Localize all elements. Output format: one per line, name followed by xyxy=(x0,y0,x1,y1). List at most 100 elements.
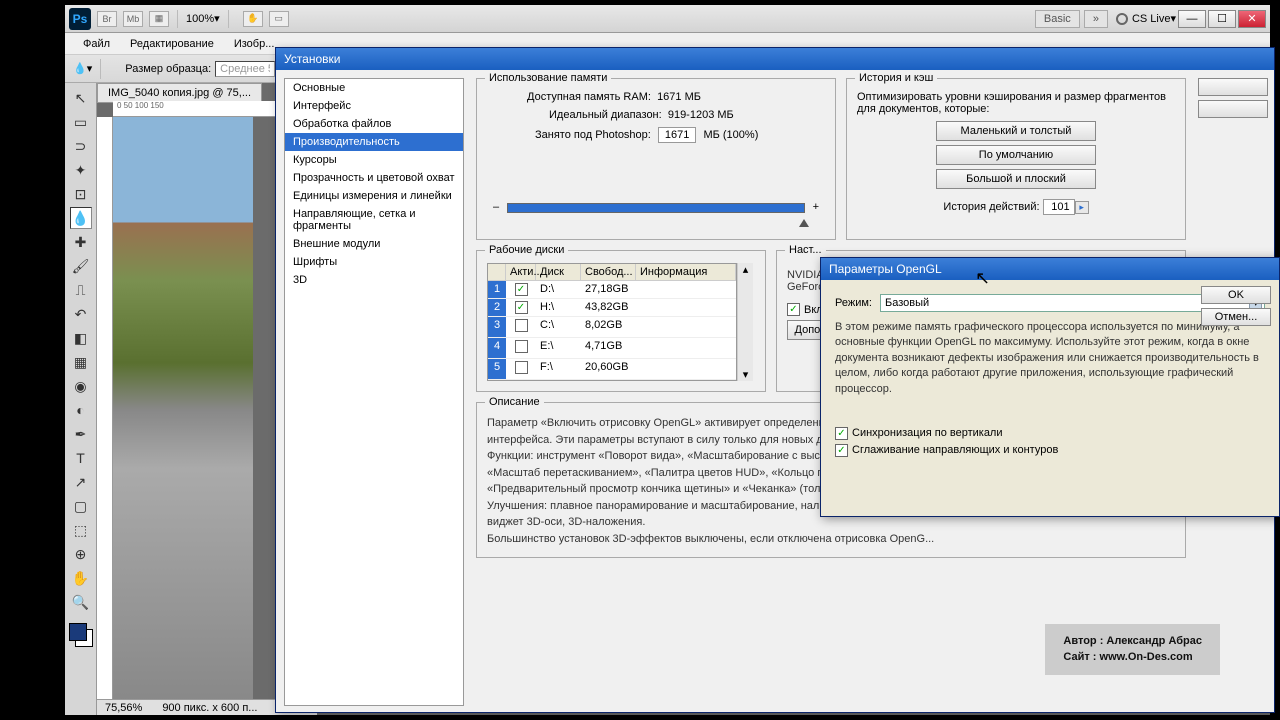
tools-panel: ↖ ▭ ⊃ ✦ ⊡ 💧 ✚ 🖌 ⎍ ↶ ◧ ▦ ◉ ◐ ✒ T ↗ ▢ ⬚ ⊕ … xyxy=(65,83,97,715)
sidebar-item-general[interactable]: Основные xyxy=(285,79,463,97)
prefs-sidebar: Основные Интерфейс Обработка файлов Прои… xyxy=(284,78,464,706)
table-row[interactable]: 2✓H:\43,82GB xyxy=(488,299,736,317)
layout-icon[interactable]: ▦ xyxy=(149,11,169,27)
crop-tool[interactable]: ⊡ xyxy=(70,183,92,205)
sidebar-item-3d[interactable]: 3D xyxy=(285,271,463,289)
enable-opengl-checkbox[interactable]: ✓ xyxy=(787,303,800,316)
3d-tool[interactable]: ⬚ xyxy=(70,519,92,541)
lasso-tool[interactable]: ⊃ xyxy=(70,135,92,157)
plus-icon[interactable]: + xyxy=(813,201,819,213)
workspace-button[interactable]: Basic xyxy=(1035,10,1080,28)
brush-tool[interactable]: 🖌 xyxy=(70,255,92,277)
sidebar-item-performance[interactable]: Производительность xyxy=(285,133,463,151)
sidebar-item-plugins[interactable]: Внешние модули xyxy=(285,235,463,253)
spin-icon[interactable]: ▸ xyxy=(1075,201,1089,214)
marquee-tool[interactable]: ▭ xyxy=(70,111,92,133)
opengl-ok-button[interactable]: OK xyxy=(1201,286,1271,304)
maximize-button[interactable]: ☐ xyxy=(1208,10,1236,28)
opengl-cancel-button[interactable]: Отмен... xyxy=(1201,308,1271,326)
eraser-tool[interactable]: ◧ xyxy=(70,327,92,349)
memory-slider[interactable]: – + xyxy=(507,203,805,219)
opengl-title: Параметры OpenGL xyxy=(821,258,1279,280)
sidebar-item-filehandling[interactable]: Обработка файлов xyxy=(285,115,463,133)
table-row[interactable]: 3C:\8,02GB xyxy=(488,317,736,338)
document-tab[interactable]: IMG_5040 копия.jpg @ 75,... xyxy=(97,83,262,103)
minimize-button[interactable]: — xyxy=(1178,10,1206,28)
sidebar-item-units[interactable]: Единицы измерения и линейки xyxy=(285,187,463,205)
disk-checkbox[interactable] xyxy=(515,340,528,353)
type-tool[interactable]: T xyxy=(70,447,92,469)
sample-size-input[interactable] xyxy=(215,61,275,77)
move-tool[interactable]: ↖ xyxy=(70,87,92,109)
color-swatches[interactable] xyxy=(69,623,93,647)
preferences-title: Установки xyxy=(276,48,1274,70)
hand-icon[interactable]: ✋ xyxy=(243,11,263,27)
attribution-watermark: Автор : Александр Абрас Сайт : www.On-De… xyxy=(1045,624,1220,675)
ps-logo-icon: Ps xyxy=(69,8,91,30)
hand-tool[interactable]: ✋ xyxy=(70,567,92,589)
shape-tool[interactable]: ▢ xyxy=(70,495,92,517)
disk-checkbox[interactable]: ✓ xyxy=(515,301,528,314)
workspace-arrow[interactable]: » xyxy=(1084,10,1108,28)
memory-fieldset: Использование памяти Доступная память RA… xyxy=(476,78,836,240)
disks-table: Акти... Диск Свобод... Информация 1✓D:\2… xyxy=(487,263,737,381)
sidebar-item-interface[interactable]: Интерфейс xyxy=(285,97,463,115)
mode-description: В этом режиме память графического процес… xyxy=(835,320,1265,397)
zoom-level[interactable]: 100% xyxy=(186,13,214,25)
cslive-button[interactable]: CS Live ▾ xyxy=(1116,12,1176,25)
vsync-checkbox[interactable]: ✓ xyxy=(835,427,848,440)
sample-size-label: Размер образца: xyxy=(125,63,211,75)
title-bar: Ps Br Mb ▦ 100% ▾ ✋ ▭ Basic » CS Live ▾ … xyxy=(65,5,1270,33)
table-row[interactable]: 4E:\4,71GB xyxy=(488,338,736,359)
status-zoom[interactable]: 75,56% xyxy=(105,702,142,714)
cache-default-button[interactable]: По умолчанию xyxy=(936,145,1096,165)
zoom-tool[interactable]: 🔍 xyxy=(70,591,92,613)
memory-legend: Использование памяти xyxy=(485,72,611,84)
table-row[interactable]: 1✓D:\27,18GB xyxy=(488,281,736,299)
pen-tool[interactable]: ✒ xyxy=(70,423,92,445)
sidebar-item-cursors[interactable]: Курсоры xyxy=(285,151,463,169)
disk-checkbox[interactable]: ✓ xyxy=(515,283,528,296)
ruler-vertical xyxy=(97,117,113,699)
history-cache-fieldset: История и кэш Оптимизировать уровни кэши… xyxy=(846,78,1186,240)
disk-checkbox[interactable] xyxy=(515,319,528,332)
mode-label: Режим: xyxy=(835,297,872,309)
menu-file[interactable]: Файл xyxy=(73,36,120,52)
minibridge-icon[interactable]: Mb xyxy=(123,11,143,27)
wand-tool[interactable]: ✦ xyxy=(70,159,92,181)
eyedropper-tool[interactable]: 💧 xyxy=(70,207,92,229)
history-states-input[interactable]: 101 xyxy=(1043,199,1075,215)
menu-edit[interactable]: Редактирование xyxy=(120,36,224,52)
arrange-icon[interactable]: ▭ xyxy=(269,11,289,27)
heal-tool[interactable]: ✚ xyxy=(70,231,92,253)
sidebar-item-type[interactable]: Шрифты xyxy=(285,253,463,271)
history-legend: История и кэш xyxy=(855,72,937,84)
minus-icon[interactable]: – xyxy=(493,201,499,213)
cache-small-button[interactable]: Маленький и толстый xyxy=(936,121,1096,141)
eyedropper-icon: 💧 xyxy=(73,62,87,75)
history-brush-tool[interactable]: ↶ xyxy=(70,303,92,325)
scratch-disks-fieldset: Рабочие диски Акти... Диск Свобод... Инф… xyxy=(476,250,766,392)
sidebar-item-transparency[interactable]: Прозрачность и цветовой охват xyxy=(285,169,463,187)
close-button[interactable]: ✕ xyxy=(1238,10,1266,28)
table-row[interactable]: 5F:\20,60GB xyxy=(488,359,736,380)
cache-big-button[interactable]: Большой и плоский xyxy=(936,169,1096,189)
stamp-tool[interactable]: ⎍ xyxy=(70,279,92,301)
prefs-cancel-button[interactable] xyxy=(1198,100,1268,118)
canvas-image[interactable] xyxy=(113,117,253,703)
gradient-tool[interactable]: ▦ xyxy=(70,351,92,373)
path-tool[interactable]: ↗ xyxy=(70,471,92,493)
status-doc: 900 пикс. x 600 п... xyxy=(162,702,257,714)
blur-tool[interactable]: ◉ xyxy=(70,375,92,397)
3d-cam-tool[interactable]: ⊕ xyxy=(70,543,92,565)
sidebar-item-guides[interactable]: Направляющие, сетка и фрагменты xyxy=(285,205,463,235)
aa-checkbox[interactable]: ✓ xyxy=(835,444,848,457)
bridge-icon[interactable]: Br xyxy=(97,11,117,27)
opengl-dialog: Параметры OpenGL Режим: Базовый В этом р… xyxy=(820,257,1280,517)
disk-checkbox[interactable] xyxy=(515,361,528,374)
prefs-ok-button[interactable] xyxy=(1198,78,1268,96)
cslive-icon xyxy=(1116,13,1128,25)
memory-used-input[interactable]: 1671 xyxy=(658,127,696,143)
dodge-tool[interactable]: ◐ xyxy=(70,399,92,421)
scrollbar[interactable]: ▴▾ xyxy=(737,263,753,381)
